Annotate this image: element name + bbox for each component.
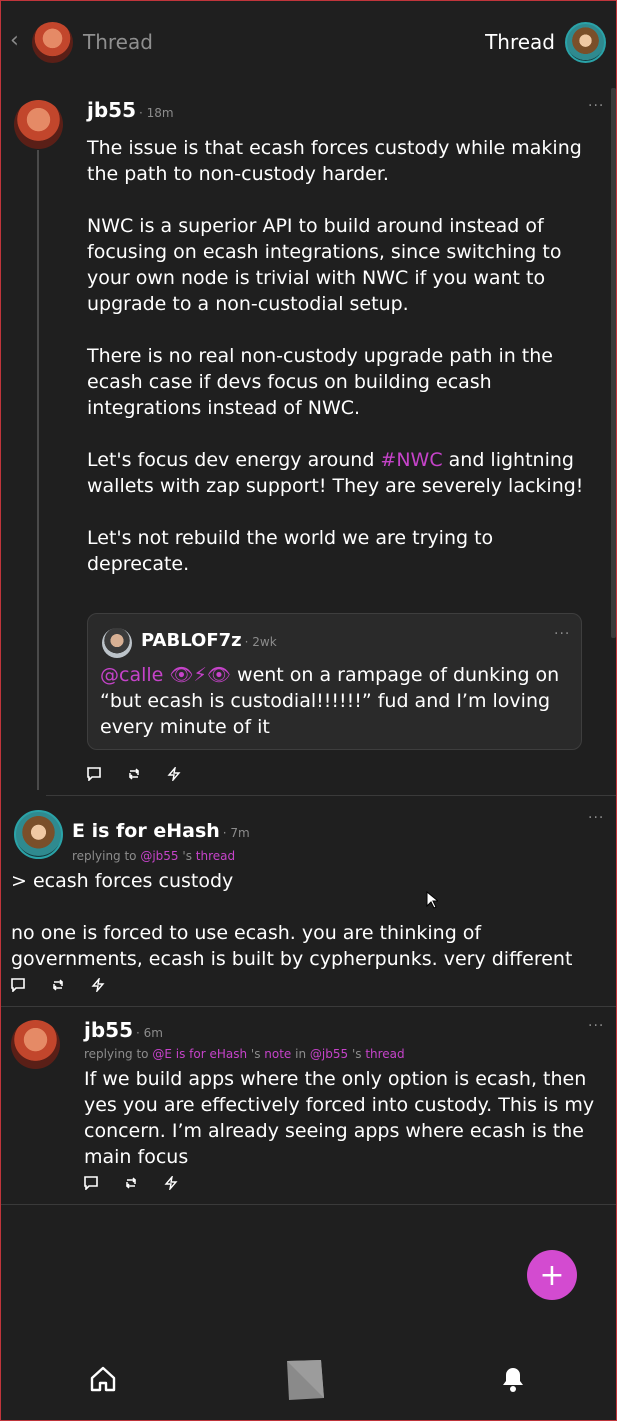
universe-icon[interactable]: [284, 1358, 326, 1406]
top-bar: ‹ Thread Thread: [0, 0, 617, 86]
avatar[interactable]: [32, 22, 73, 63]
timestamp: · 2wk: [244, 635, 277, 649]
avatar[interactable]: [11, 1020, 60, 1069]
mention-link[interactable]: @calle: [100, 664, 163, 686]
bell-icon[interactable]: [498, 1364, 528, 1398]
divider: [46, 795, 617, 796]
post-actions: [87, 765, 181, 783]
timestamp: · 6m: [136, 1026, 163, 1040]
post-actions: [84, 1174, 178, 1192]
repost-icon[interactable]: [124, 1175, 138, 1189]
more-options-icon[interactable]: ···: [588, 1018, 604, 1034]
repost-icon[interactable]: [127, 766, 141, 780]
avatar[interactable]: [102, 628, 132, 658]
post-body: The issue is that ecash forces custody w…: [87, 135, 592, 577]
quoted-note[interactable]: PABLOF7z · 2wk ··· @calle 👁⚡👁 went on a r…: [87, 613, 582, 750]
mention-link[interactable]: @jb55: [310, 1047, 348, 1061]
reply-icon[interactable]: [11, 977, 25, 993]
divider: [0, 1204, 617, 1205]
compose-button[interactable]: +: [527, 1250, 577, 1300]
replying-to: replying to @jb55 's thread: [72, 849, 236, 863]
post-paragraph: Let's not rebuild the world we are tryin…: [87, 527, 494, 575]
more-options-icon[interactable]: ···: [588, 98, 604, 114]
zap-icon[interactable]: [91, 976, 105, 994]
post-paragraph: There is no real non-custody upgrade pat…: [87, 345, 553, 419]
post-paragraph: > ecash forces custody: [11, 870, 234, 892]
post-paragraph: The issue is that ecash forces custody w…: [87, 137, 582, 185]
avatar[interactable]: [14, 100, 63, 149]
avatar[interactable]: [565, 22, 606, 63]
more-options-icon[interactable]: ···: [588, 810, 604, 826]
timestamp: · 18m: [139, 106, 174, 120]
timestamp: · 7m: [222, 826, 250, 840]
post-body: If we build apps where the only option i…: [84, 1068, 595, 1168]
author-name[interactable]: jb55: [84, 1018, 133, 1042]
quote-body: @calle 👁⚡👁 went on a rampage of dunking …: [100, 664, 560, 738]
author-name[interactable]: jb55: [87, 98, 136, 122]
more-options-icon[interactable]: ···: [554, 626, 570, 642]
post-actions: [11, 976, 105, 994]
post-header: jb55 · 18m: [87, 98, 174, 122]
thread-link[interactable]: thread: [365, 1047, 404, 1061]
eye-zap-emoji: 👁⚡👁: [169, 664, 231, 686]
post-paragraph: no one is forced to use ecash. you are t…: [11, 922, 573, 970]
thread-connector: [37, 150, 39, 790]
bottom-nav: [0, 1340, 617, 1420]
hashtag-link[interactable]: #NWC: [380, 449, 442, 471]
zap-icon[interactable]: [164, 1174, 178, 1192]
post-paragraph: NWC is a superior API to build around in…: [87, 215, 562, 315]
scrollbar[interactable]: [611, 88, 616, 638]
replying-to: replying to @E is for eHash 's note in @…: [84, 1047, 405, 1061]
reply-icon[interactable]: [87, 766, 101, 782]
home-icon[interactable]: [88, 1364, 118, 1398]
quote-header: PABLOF7z · 2wk: [141, 630, 277, 651]
divider: [0, 1006, 617, 1007]
mouse-cursor-icon: [426, 891, 438, 909]
avatar[interactable]: [14, 810, 63, 859]
post-body: > ecash forces custody no one is forced …: [11, 868, 601, 972]
author-name[interactable]: E is for eHash: [72, 820, 220, 842]
author-name[interactable]: PABLOF7z: [141, 630, 242, 651]
thread-link[interactable]: thread: [196, 849, 235, 863]
reply-icon[interactable]: [84, 1175, 98, 1191]
header-title-left: Thread: [83, 30, 153, 54]
note-link[interactable]: note: [264, 1047, 291, 1061]
post-paragraph: Let's focus dev energy around #NWC and l…: [87, 449, 584, 497]
zap-icon[interactable]: [167, 765, 181, 783]
post-header: jb55 · 6m: [84, 1018, 163, 1042]
chevron-left-icon[interactable]: ‹: [10, 28, 19, 53]
header-title-right: Thread: [485, 30, 555, 54]
mention-link[interactable]: @jb55: [140, 849, 178, 863]
mention-link[interactable]: @E is for eHash: [152, 1047, 247, 1061]
post-header: E is for eHash · 7m: [72, 820, 250, 842]
repost-icon[interactable]: [51, 977, 65, 991]
